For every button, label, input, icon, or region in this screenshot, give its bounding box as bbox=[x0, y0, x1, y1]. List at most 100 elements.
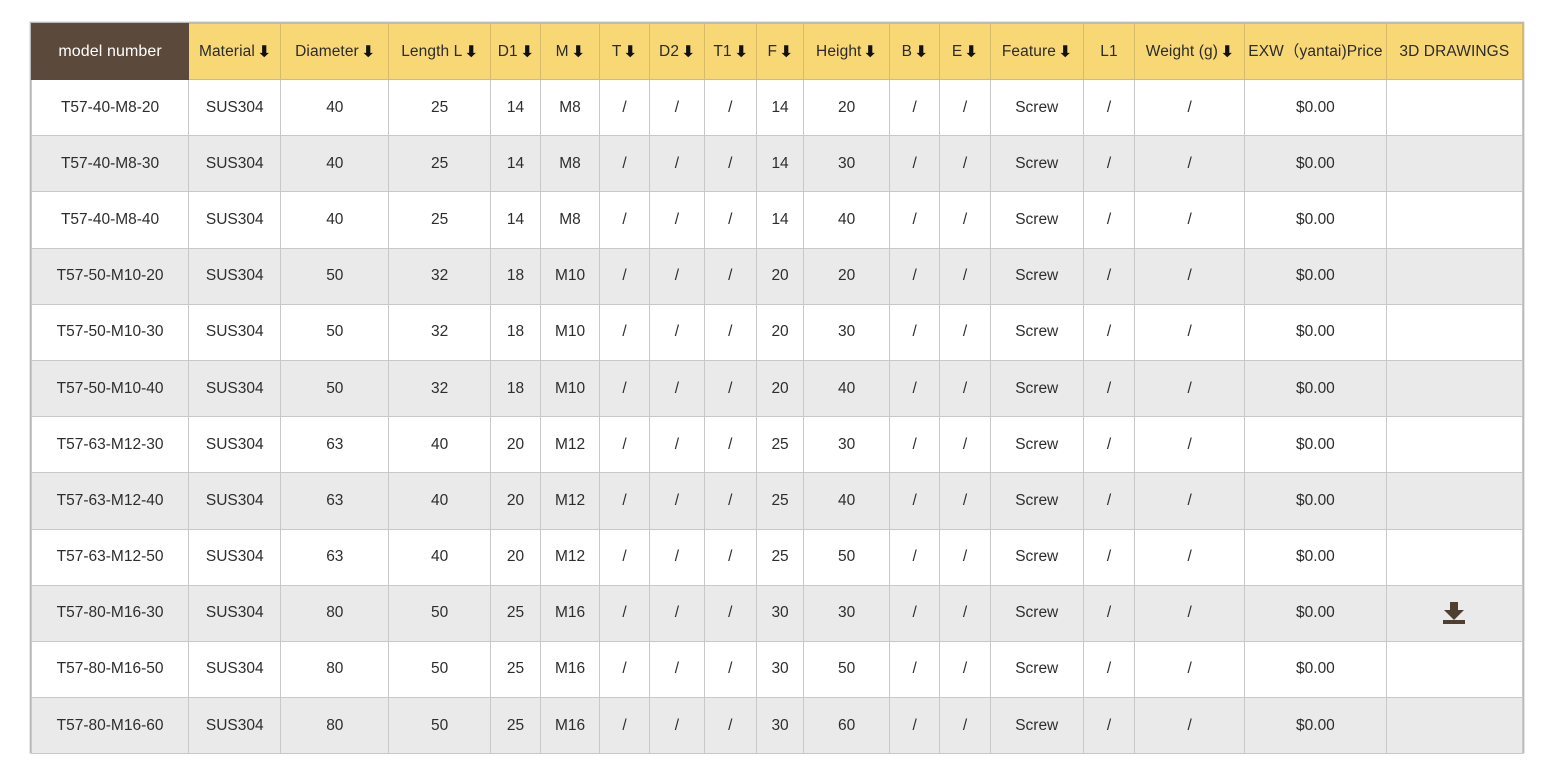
table-cell: / bbox=[649, 359, 705, 418]
table-cell: $0.00 bbox=[1244, 416, 1387, 474]
cell-3d-drawing bbox=[1385, 359, 1524, 418]
table-cell: M12 bbox=[540, 528, 600, 586]
download-icon[interactable] bbox=[1443, 602, 1466, 625]
column-header-m[interactable]: M ⬇ bbox=[540, 23, 600, 80]
table-cell: SUS304 bbox=[188, 528, 282, 586]
table-cell: 80 bbox=[280, 697, 390, 755]
table-cell: / bbox=[1082, 472, 1136, 530]
sort-descending-icon[interactable]: ⬇ bbox=[520, 44, 533, 59]
table-cell: 14 bbox=[755, 135, 805, 193]
sort-descending-icon[interactable]: ⬇ bbox=[465, 44, 478, 59]
table-cell: / bbox=[649, 472, 705, 530]
table-cell: / bbox=[1082, 640, 1136, 699]
table-cell: 40 bbox=[388, 528, 491, 586]
column-header-height[interactable]: Height ⬇ bbox=[803, 23, 891, 80]
table-cell: / bbox=[1082, 303, 1136, 361]
table-cell: SUS304 bbox=[188, 472, 282, 530]
table-cell: 50 bbox=[280, 359, 390, 418]
column-header-diameter[interactable]: Diameter ⬇ bbox=[280, 23, 390, 80]
table-cell: Screw bbox=[989, 472, 1084, 530]
table-cell: / bbox=[1134, 472, 1246, 530]
table-cell: 14 bbox=[489, 191, 542, 249]
sort-descending-icon[interactable]: ⬇ bbox=[1221, 44, 1234, 59]
column-header-length-l[interactable]: Length L ⬇ bbox=[388, 23, 491, 80]
table-cell: M8 bbox=[540, 135, 600, 193]
column-header-f[interactable]: F ⬇ bbox=[755, 23, 805, 80]
column-header-weight-g[interactable]: Weight (g) ⬇ bbox=[1134, 23, 1246, 80]
table-cell: SUS304 bbox=[188, 303, 282, 361]
table-cell: / bbox=[703, 247, 758, 305]
sort-descending-icon[interactable]: ⬇ bbox=[362, 44, 375, 59]
cell-3d-drawing bbox=[1385, 303, 1524, 361]
sort-descending-icon[interactable]: ⬇ bbox=[915, 44, 928, 59]
sort-descending-icon[interactable]: ⬇ bbox=[1059, 44, 1072, 59]
table-cell: 25 bbox=[388, 191, 491, 249]
column-header-d2[interactable]: D2 ⬇ bbox=[649, 23, 705, 80]
table-cell: $0.00 bbox=[1244, 640, 1387, 699]
cell-3d-drawing bbox=[1385, 191, 1524, 249]
table-cell: 25 bbox=[388, 135, 491, 193]
table-cell: / bbox=[649, 416, 705, 474]
table-cell: / bbox=[649, 528, 705, 586]
cell-3d-drawing[interactable] bbox=[1385, 584, 1524, 642]
column-header-material[interactable]: Material ⬇ bbox=[188, 23, 282, 80]
sort-descending-icon[interactable]: ⬇ bbox=[965, 44, 978, 59]
table-cell: Screw bbox=[989, 191, 1084, 249]
column-header-label: D2 bbox=[659, 42, 680, 60]
table-cell: SUS304 bbox=[188, 135, 282, 193]
table-cell: / bbox=[598, 472, 651, 530]
sort-descending-icon[interactable]: ⬇ bbox=[734, 44, 747, 59]
header-row: model number Material ⬇ Diameter ⬇ Length L ⬇ D… bbox=[30, 23, 1524, 80]
table-cell: 20 bbox=[755, 247, 805, 305]
sort-descending-icon[interactable]: ⬇ bbox=[780, 44, 793, 59]
table-cell: 63 bbox=[280, 472, 390, 530]
column-header-label: Material bbox=[198, 42, 255, 60]
cell-model-number: T57-50-M10-20 bbox=[30, 247, 190, 305]
table-cell: SUS304 bbox=[188, 191, 282, 249]
sort-descending-icon[interactable]: ⬇ bbox=[624, 44, 637, 59]
column-header-e[interactable]: E ⬇ bbox=[939, 23, 991, 80]
column-header-t1[interactable]: T1 ⬇ bbox=[703, 23, 758, 80]
sort-descending-icon[interactable]: ⬇ bbox=[571, 44, 584, 59]
table-cell: / bbox=[598, 78, 651, 137]
table-cell: $0.00 bbox=[1244, 584, 1387, 642]
table-cell: $0.00 bbox=[1244, 247, 1387, 305]
cell-model-number: T57-63-M12-30 bbox=[30, 416, 190, 474]
table-row: T57-80-M16-30 SUS304 80 50 25 M16///30 30// Scr… bbox=[30, 584, 1524, 642]
table-cell: SUS304 bbox=[188, 78, 282, 137]
table-cell: / bbox=[703, 697, 758, 755]
sort-descending-icon[interactable]: ⬇ bbox=[258, 44, 271, 59]
table-cell: / bbox=[1134, 303, 1246, 361]
column-header-d1[interactable]: D1 ⬇ bbox=[489, 23, 542, 80]
table-cell: 20 bbox=[489, 472, 542, 530]
column-header-label: model number bbox=[58, 42, 162, 60]
table-cell: / bbox=[939, 528, 991, 586]
table-cell: 25 bbox=[489, 697, 542, 755]
column-header-b[interactable]: B ⬇ bbox=[889, 23, 941, 80]
table-cell: 20 bbox=[489, 528, 542, 586]
column-header-label: E bbox=[951, 42, 963, 60]
table-cell: $0.00 bbox=[1244, 135, 1387, 193]
sort-descending-icon[interactable]: ⬇ bbox=[682, 44, 695, 59]
table-cell: SUS304 bbox=[188, 359, 282, 418]
table-cell: / bbox=[889, 191, 941, 249]
table-cell: 14 bbox=[755, 191, 805, 249]
table-cell: / bbox=[649, 78, 705, 137]
sort-descending-icon[interactable]: ⬇ bbox=[864, 44, 877, 59]
cell-3d-drawing bbox=[1385, 135, 1524, 193]
table-cell: 63 bbox=[280, 528, 390, 586]
column-header-label: F bbox=[767, 42, 778, 60]
table-row: T57-80-M16-50 SUS304 80 50 25 M16///30 50// Scr… bbox=[30, 640, 1524, 699]
table-cell: 30 bbox=[755, 697, 805, 755]
column-header-t[interactable]: T ⬇ bbox=[598, 23, 651, 80]
table-cell: / bbox=[889, 640, 941, 699]
table-cell: $0.00 bbox=[1244, 191, 1387, 249]
table-row: T57-63-M12-40 SUS304 63 40 20 M12///25 40// Scr… bbox=[30, 472, 1524, 530]
table-cell: 40 bbox=[388, 416, 491, 474]
column-header-exw-yantai-price: EXW（yantai)Price bbox=[1244, 23, 1387, 80]
table-cell: / bbox=[939, 359, 991, 418]
table-cell: / bbox=[889, 528, 941, 586]
table-cell: / bbox=[598, 191, 651, 249]
table-cell: M10 bbox=[540, 247, 600, 305]
column-header-feature[interactable]: Feature ⬇ bbox=[989, 23, 1084, 80]
